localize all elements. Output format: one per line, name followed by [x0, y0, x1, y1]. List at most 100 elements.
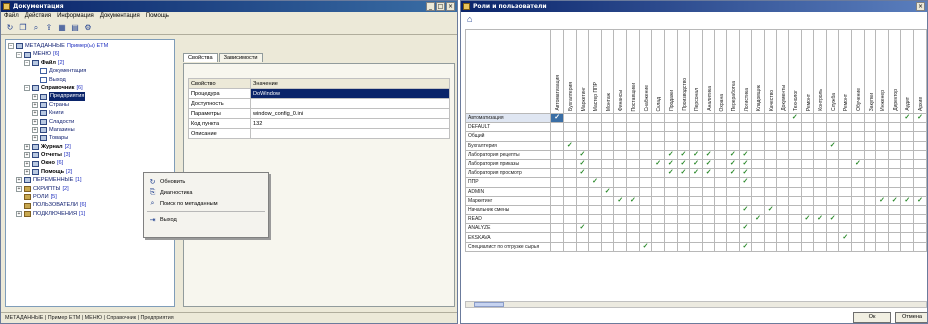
tree-node[interactable]: + Окно [6]: [8, 159, 174, 167]
grid-cell[interactable]: [787, 195, 802, 206]
grid-column-header[interactable]: Архив: [913, 29, 927, 114]
close-button[interactable]: ×: [446, 2, 455, 11]
grid-cell[interactable]: [588, 223, 602, 234]
grid-cell[interactable]: [613, 140, 628, 151]
grid-cell[interactable]: [863, 186, 877, 197]
grid-cell[interactable]: [550, 223, 564, 234]
grid-cell[interactable]: [838, 131, 853, 142]
tree-node[interactable]: Выход: [8, 76, 174, 84]
grid-cell[interactable]: [738, 214, 753, 225]
grid-cell[interactable]: [738, 140, 753, 151]
grid-cell[interactable]: [751, 158, 765, 170]
grid-cell[interactable]: [550, 168, 564, 179]
grid-cell[interactable]: ✓: [663, 149, 678, 160]
grid-cell[interactable]: [800, 149, 815, 160]
grid-cell[interactable]: ✓: [550, 112, 564, 124]
grid-cell[interactable]: [663, 223, 678, 234]
grid-cell[interactable]: ✓: [751, 214, 765, 225]
expand-icon[interactable]: +: [24, 160, 30, 167]
grid-cell[interactable]: [863, 241, 877, 252]
grid-cell[interactable]: [600, 158, 615, 170]
grid-cell[interactable]: [813, 131, 827, 142]
grid-cell[interactable]: [676, 195, 691, 206]
grid-icon[interactable]: ▦: [57, 23, 67, 33]
grid-cell[interactable]: [825, 122, 840, 133]
grid-cell[interactable]: [725, 195, 740, 206]
grid-row[interactable]: ANALYZE ✓ ✓: [465, 223, 927, 234]
grid-cell[interactable]: [913, 186, 927, 197]
grid-cell[interactable]: [863, 232, 877, 243]
grid-column-header[interactable]: Продажи: [663, 29, 678, 114]
grid-cell[interactable]: ✓: [913, 195, 927, 206]
expand-icon[interactable]: +: [32, 118, 38, 125]
grid-row[interactable]: ППР ✓ ✓: [465, 177, 927, 188]
grid-cell[interactable]: [714, 131, 727, 142]
grid-cell[interactable]: [825, 112, 840, 124]
grid-cell[interactable]: [651, 241, 665, 252]
grid-cell[interactable]: [738, 131, 753, 142]
table-row[interactable]: Параметры window_config_0.ini: [188, 108, 450, 119]
context-menu-item[interactable]: ↻ Обновить: [144, 176, 268, 187]
grid-cell[interactable]: [875, 232, 889, 243]
grid-cell[interactable]: [800, 223, 815, 234]
grid-cell[interactable]: [689, 214, 703, 225]
grid-cell[interactable]: [638, 112, 653, 124]
grid-cell[interactable]: [651, 140, 665, 151]
grid-cell[interactable]: [863, 195, 877, 206]
grid-cell[interactable]: [887, 149, 902, 160]
grid-cell[interactable]: [663, 112, 678, 124]
grid-cell[interactable]: [875, 112, 889, 124]
grid-cell[interactable]: [588, 168, 602, 179]
grid-cell[interactable]: [626, 140, 640, 151]
grid-cell[interactable]: [689, 177, 703, 188]
grid-cell[interactable]: [638, 168, 653, 179]
grid-cell[interactable]: [751, 195, 765, 206]
tree-node[interactable]: + Журнал [2]: [8, 143, 174, 151]
grid-cell[interactable]: [800, 204, 815, 216]
expand-icon[interactable]: +: [24, 152, 30, 159]
grid-cell[interactable]: [676, 112, 691, 124]
close-button[interactable]: ×: [916, 2, 925, 11]
grid-cell[interactable]: [676, 204, 691, 216]
grid-cell[interactable]: [701, 241, 716, 252]
grid-cell[interactable]: [701, 177, 716, 188]
grid-cell[interactable]: ✓: [738, 168, 753, 179]
grid-cell[interactable]: [838, 112, 853, 124]
grid-column-header[interactable]: Аналитика: [701, 29, 716, 114]
grid-cell[interactable]: [714, 140, 727, 151]
grid-cell[interactable]: [651, 223, 665, 234]
grid-cell[interactable]: [776, 140, 789, 151]
grid-cell[interactable]: [626, 223, 640, 234]
grid-cell[interactable]: [689, 241, 703, 252]
grid-cell[interactable]: ✓: [701, 168, 716, 179]
grid-cell[interactable]: ✓: [900, 112, 915, 124]
grid-cell[interactable]: [714, 232, 727, 243]
grid-cell[interactable]: [588, 204, 602, 216]
grid-cell[interactable]: [800, 186, 815, 197]
grid-cell[interactable]: ✓: [738, 241, 753, 252]
grid-cell[interactable]: [638, 131, 653, 142]
grid-cell[interactable]: [875, 241, 889, 252]
grid-cell[interactable]: [863, 131, 877, 142]
grid-cell[interactable]: [676, 131, 691, 142]
grid-cell[interactable]: [851, 214, 865, 225]
grid-cell[interactable]: [588, 140, 602, 151]
grid-cell[interactable]: [900, 204, 915, 216]
grid-cell[interactable]: [714, 158, 727, 170]
grid-cell[interactable]: ✓: [825, 214, 840, 225]
grid-cell[interactable]: [887, 232, 902, 243]
grid-column-header[interactable]: Охрана: [714, 29, 727, 114]
grid-cell[interactable]: [838, 186, 853, 197]
grid-cell[interactable]: [689, 122, 703, 133]
grid-cell[interactable]: [626, 177, 640, 188]
grid-cell[interactable]: [776, 232, 789, 243]
grid-cell[interactable]: ✓: [787, 112, 802, 124]
grid-row[interactable]: Начальник смены ✓ ✓: [465, 204, 927, 216]
grid-cell[interactable]: [875, 158, 889, 170]
grid-column-header[interactable]: Технолог: [787, 29, 802, 114]
grid-cell[interactable]: ✓: [575, 149, 590, 160]
grid-cell[interactable]: [887, 186, 902, 197]
grid-cell[interactable]: ✓: [887, 195, 902, 206]
grid-cell[interactable]: [913, 232, 927, 243]
grid-cell[interactable]: [900, 140, 915, 151]
